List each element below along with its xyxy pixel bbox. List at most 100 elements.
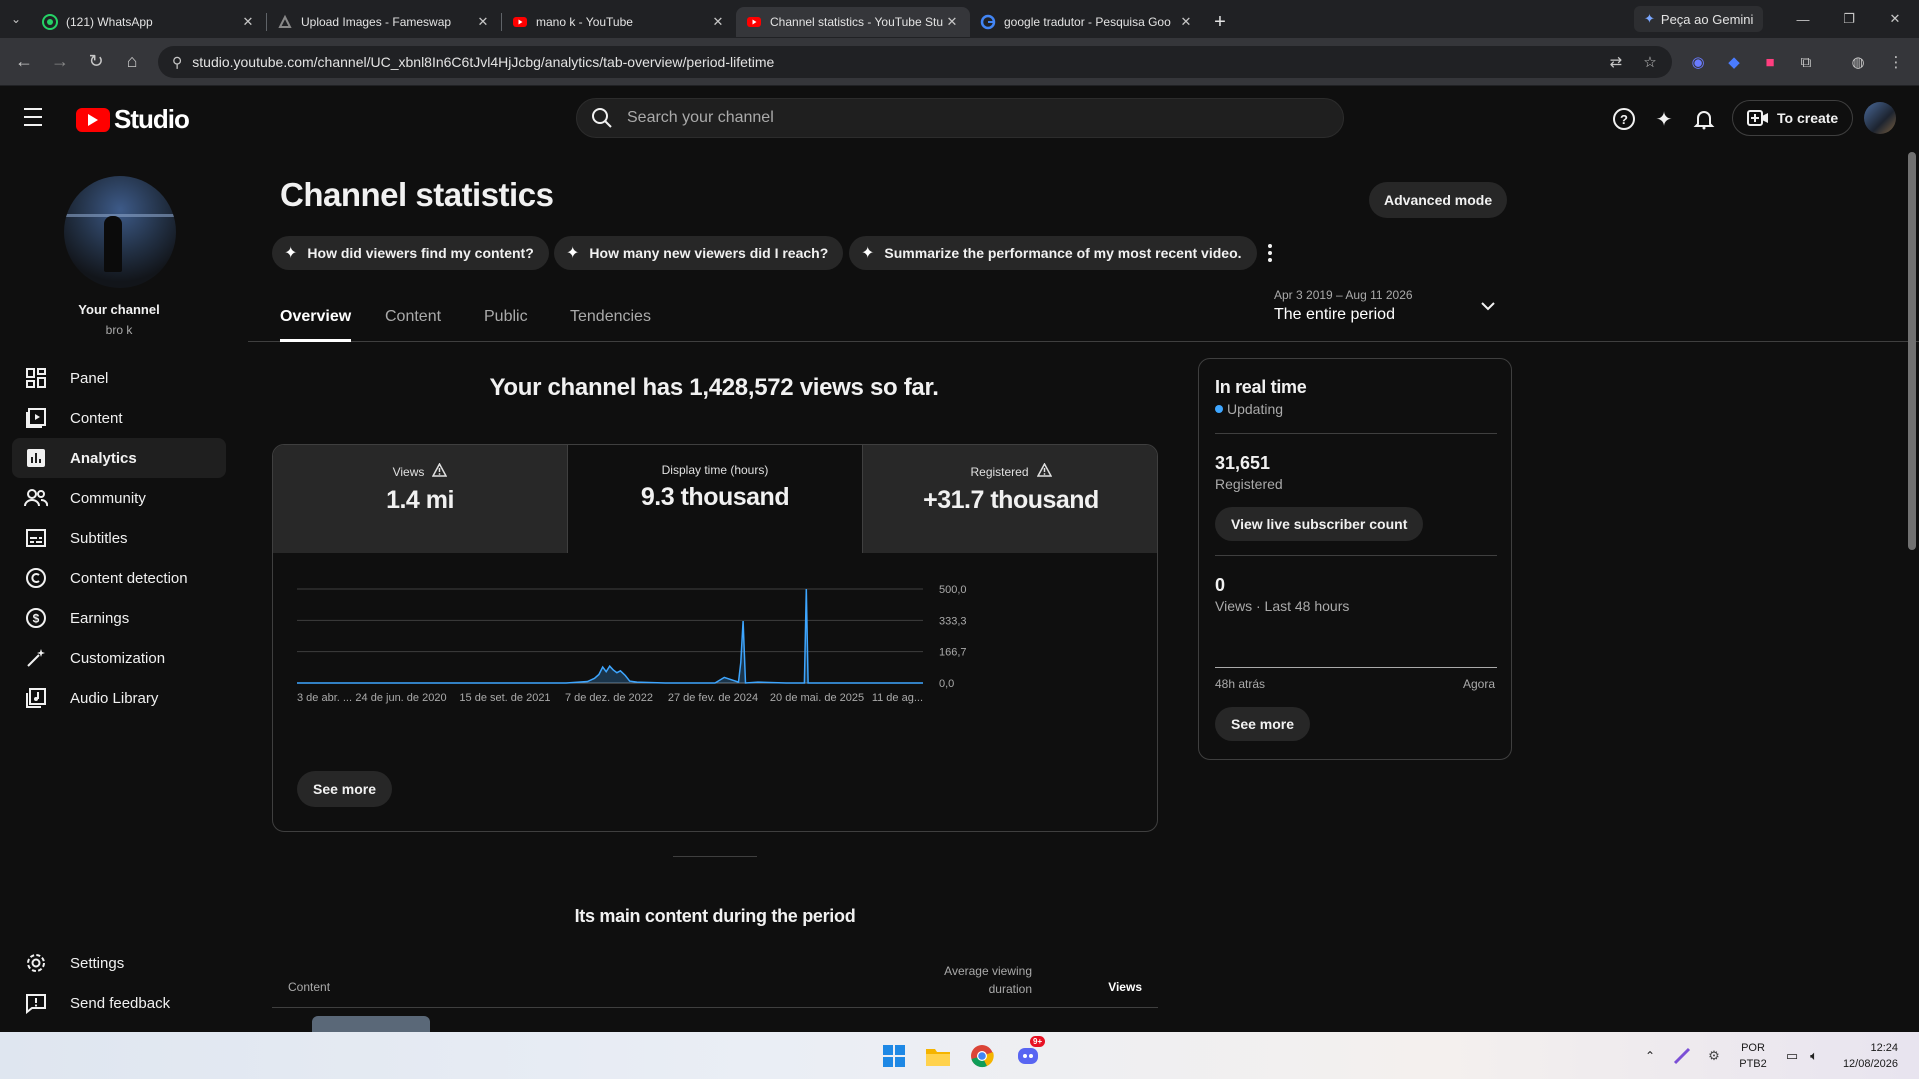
youtube-logo-icon: [76, 107, 110, 132]
sidebar-item-panel[interactable]: Panel: [12, 358, 226, 398]
metric-value: 1.4 mi: [386, 486, 454, 514]
help-icon[interactable]: ?: [1611, 106, 1637, 132]
close-tab-icon[interactable]: ✕: [944, 14, 960, 30]
new-tab-button[interactable]: +: [1204, 7, 1236, 37]
views-chart[interactable]: 500,0 333,3 166,7 0,0 3 de abr. ... 24 de jun…: [273, 573, 1157, 783]
realtime-see-more-button[interactable]: See more: [1215, 707, 1311, 741]
extension-icon[interactable]: ◉: [1688, 52, 1708, 72]
create-button[interactable]: To create: [1732, 100, 1854, 136]
translate-icon[interactable]: ⇄: [1606, 52, 1626, 72]
system-clock[interactable]: 12:24 12/08/2026: [1834, 1040, 1898, 1072]
metric-tab-display-time[interactable]: Display time (hours) 9.3 thousand: [568, 445, 863, 553]
channel-search-box[interactable]: [576, 98, 1344, 138]
hamburger-menu-icon[interactable]: [24, 108, 52, 128]
discord-icon[interactable]: 9+: [1014, 1036, 1046, 1070]
minimize-window-icon[interactable]: —: [1780, 0, 1826, 38]
bookmark-star-icon[interactable]: ☆: [1640, 52, 1660, 72]
browser-tab[interactable]: mano k - YouTube ✕: [502, 7, 736, 37]
ai-prompt-chip[interactable]: ✦ How did viewers find my content?: [272, 236, 549, 270]
tab-search-chevron-icon[interactable]: ⌄: [0, 0, 32, 38]
earnings-icon: $: [24, 606, 48, 630]
tab-content[interactable]: Content: [385, 308, 441, 342]
sidebar-item-subtitles[interactable]: Subtitles: [12, 518, 226, 558]
extension-icon[interactable]: ◆: [1724, 52, 1744, 72]
home-icon[interactable]: ⌂: [114, 44, 150, 80]
restore-window-icon[interactable]: ❐: [1826, 0, 1872, 38]
show-hidden-icons-chevron-icon[interactable]: ⌃: [1636, 1042, 1664, 1070]
keyboard-language[interactable]: POR PTB2: [1736, 1040, 1770, 1072]
tab-title: Upload Images - Fameswap: [301, 15, 452, 29]
browser-toolbar: ← → ↻ ⌂ ⚲ studio.youtube.com/channel/UC_…: [0, 38, 1919, 86]
metric-tab-views[interactable]: Views 1.4 mi: [273, 445, 568, 553]
realtime-views-label: Views · Last 48 hours: [1215, 598, 1350, 614]
sidebar-item-content[interactable]: Content: [12, 398, 226, 438]
sidebar-item-settings[interactable]: Settings: [12, 943, 226, 983]
sparkle-icon[interactable]: ✦: [1651, 106, 1677, 132]
search-input[interactable]: [627, 109, 1227, 127]
close-tab-icon[interactable]: ✕: [1178, 14, 1194, 30]
more-options-icon[interactable]: [1262, 238, 1278, 268]
sidebar-item-community[interactable]: Community: [12, 478, 226, 518]
tab-public[interactable]: Public: [484, 308, 528, 342]
browser-tab[interactable]: Upload Images - Fameswap ✕: [267, 7, 501, 37]
close-window-icon[interactable]: ✕: [1872, 0, 1918, 38]
studio-logo[interactable]: Studio: [76, 104, 190, 135]
pen-icon[interactable]: [1668, 1042, 1696, 1070]
file-explorer-icon[interactable]: [924, 1042, 952, 1070]
profile-icon[interactable]: ◍: [1848, 52, 1868, 72]
realtime-status: Updating: [1215, 401, 1283, 417]
tab-overview[interactable]: Overview: [280, 308, 352, 342]
volume-icon[interactable]: 🔈︎: [1800, 1042, 1828, 1070]
overview-chart-card: Views 1.4 mi Display time (hours) 9.3 th…: [272, 444, 1158, 832]
site-info-icon[interactable]: ⚲: [172, 54, 182, 71]
windows-start-icon[interactable]: [880, 1042, 908, 1070]
sidebar-item-earnings[interactable]: $ Earnings: [12, 598, 226, 638]
video-thumbnail[interactable]: [312, 1016, 430, 1032]
advanced-mode-button[interactable]: Advanced mode: [1369, 182, 1508, 218]
extension-icon[interactable]: ■: [1760, 52, 1780, 72]
browser-tab[interactable]: (121) WhatsApp ✕: [32, 7, 266, 37]
sidebar-item-content-detection[interactable]: Content detection: [12, 558, 226, 598]
ai-prompt-chip[interactable]: ✦ Summarize the performance of my most r…: [849, 236, 1257, 270]
sidebar-item-feedback[interactable]: Send feedback: [12, 983, 226, 1023]
metric-tab-registered[interactable]: Registered +31.7 thousand: [863, 445, 1157, 553]
chip-label: Summarize the performance of my most rec…: [884, 245, 1242, 261]
column-header-views[interactable]: Views: [1062, 980, 1142, 994]
your-channel-label[interactable]: Your channel: [0, 302, 238, 317]
live-subscriber-count-button[interactable]: View live subscriber count: [1215, 507, 1424, 541]
warning-icon[interactable]: [1036, 462, 1052, 480]
notifications-bell-icon[interactable]: [1691, 106, 1717, 132]
ai-prompt-chip[interactable]: ✦ How many new viewers did I reach?: [554, 236, 844, 270]
sidebar-item-audio-library[interactable]: Audio Library: [12, 678, 226, 718]
browser-tab-active[interactable]: Channel statistics - YouTube Stu ✕: [736, 7, 970, 37]
chip-label: How did viewers find my content?: [307, 245, 534, 261]
close-tab-icon[interactable]: ✕: [240, 14, 256, 30]
subscriber-count: 31,651: [1215, 453, 1271, 473]
gemini-button[interactable]: ✦ Peça ao Gemini: [1634, 6, 1764, 32]
views-headline: Your channel has 1,428,572 views so far.: [489, 374, 939, 401]
chrome-icon[interactable]: [968, 1042, 996, 1070]
close-tab-icon[interactable]: ✕: [710, 14, 726, 30]
account-avatar[interactable]: [1864, 102, 1896, 134]
see-more-button[interactable]: See more: [297, 771, 393, 807]
close-tab-icon[interactable]: ✕: [475, 14, 491, 30]
app-tray-icon[interactable]: ⚙: [1700, 1042, 1728, 1070]
sidebar-item-analytics[interactable]: Analytics: [12, 438, 226, 478]
reload-icon[interactable]: ↻: [78, 44, 114, 80]
svg-text:$: $: [33, 612, 40, 626]
extensions-puzzle-icon[interactable]: ⧉: [1796, 52, 1816, 72]
windows-taskbar: 9+ ⌃ ⚙ POR PTB2 ▭ 🔈︎ 12:24 12/08/2026: [0, 1032, 1919, 1079]
address-bar[interactable]: ⚲ studio.youtube.com/channel/UC_xbnl8In6…: [158, 46, 1672, 78]
browser-menu-icon[interactable]: ⋮: [1886, 52, 1906, 72]
warning-icon[interactable]: [432, 462, 448, 480]
channel-avatar[interactable]: [64, 176, 176, 288]
browser-tab[interactable]: google tradutor - Pesquisa Goo ✕: [970, 7, 1204, 37]
chevron-down-icon[interactable]: [1480, 298, 1496, 316]
page-scrollbar[interactable]: [1908, 152, 1916, 550]
back-icon[interactable]: ←: [6, 44, 42, 80]
period-selector[interactable]: Apr 3 2019 – Aug 11 2026 The entire peri…: [1274, 288, 1413, 324]
sidebar-item-customization[interactable]: Customization: [12, 638, 226, 678]
forward-icon[interactable]: →: [42, 44, 78, 80]
tab-tendencies[interactable]: Tendencies: [570, 308, 651, 342]
column-header-avg-duration[interactable]: Average viewing duration: [922, 962, 1032, 998]
